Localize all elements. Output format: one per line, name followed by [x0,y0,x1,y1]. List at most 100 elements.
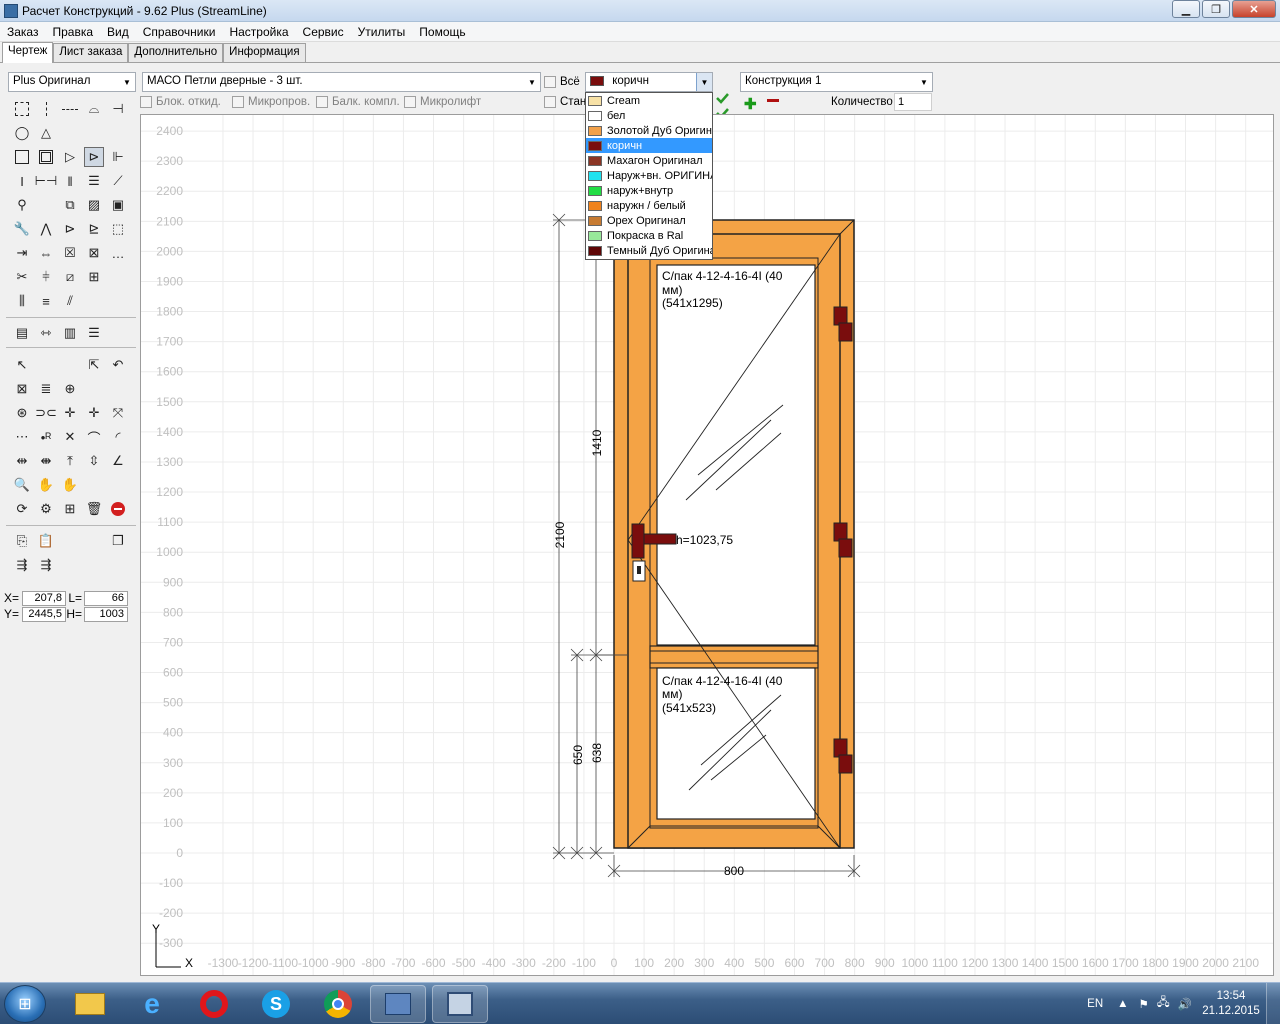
tray-expand-icon[interactable]: ▲ [1117,998,1128,1010]
insert-tool-icon[interactable]: ⊣ [108,99,128,119]
menu-settings[interactable]: Настройка [222,25,295,39]
pointer-icon[interactable]: ↖ [12,355,32,375]
origin-xy-icon[interactable]: ⊛ [12,403,32,423]
color-option[interactable]: Покраска в Ral [586,228,712,243]
zoom-select-icon[interactable]: ⊕ [60,379,80,399]
checkbox-box[interactable] [544,96,556,108]
glass-icon[interactable]: ▨ [84,195,104,215]
color-option[interactable]: Золотой Дуб Оригин [586,123,712,138]
wrench-icon[interactable]: 🔧 [12,219,32,239]
sash-open-icon[interactable]: ⊳ [84,147,104,167]
dashed-frame-icon[interactable]: ⬚ [108,219,128,239]
menu-service[interactable]: Сервис [296,25,351,39]
trash-icon[interactable]: 🗑 [84,499,104,519]
color-option[interactable]: бел [586,108,712,123]
import-list-icon[interactable]: ⇶ [36,555,56,575]
profile-select[interactable]: Plus Оригинал ▼ [8,72,136,92]
dim-vertical-icon[interactable]: ⇳ [84,451,104,471]
split-box-icon[interactable]: ⊠ [84,243,104,263]
checkbox-box[interactable] [140,96,152,108]
diagonal-icon[interactable]: ⟋ [108,171,128,191]
turn-icon[interactable]: ⊳ [60,219,80,239]
construction-select[interactable]: Конструкция 1 ▼ [740,72,933,92]
checkbox-box[interactable] [316,96,328,108]
refresh-icon[interactable]: ⟳ [12,499,32,519]
remote-desktop-icon[interactable] [370,985,426,1023]
color-option[interactable]: Орех Оригинал [586,213,712,228]
stop-icon[interactable] [108,499,128,519]
circle-icon[interactable]: ◯ [12,123,32,143]
tilt-turn-icon[interactable]: ⊵ [84,219,104,239]
scale-icon[interactable]: ⤧ [108,403,128,423]
x-value[interactable]: 207,8 [22,590,66,606]
copy-frame-icon[interactable]: ⧉ [60,195,80,215]
cross-box-icon[interactable]: ☒ [60,243,80,263]
slash-box-icon[interactable]: ⧄ [60,267,80,287]
checkbox-box[interactable] [544,76,556,88]
color-option[interactable]: Темный Дуб Оригина [586,243,712,258]
vertical-bar-icon[interactable]: I [12,171,32,191]
option-balk[interactable]: Балк. компл. [316,96,400,108]
option-micro[interactable]: Микропров. [232,96,310,108]
tab-additional[interactable]: Дополнительно [128,43,224,62]
menu-utilities[interactable]: Утилиты [351,25,413,39]
dim-angle-icon[interactable]: ∠ [108,451,128,471]
join-icon[interactable]: ⫩ [36,267,56,287]
fit-icon[interactable]: ⊞ [60,499,80,519]
dim-inner-icon[interactable]: ⇼ [36,451,56,471]
chevron-down-icon[interactable]: ▼ [696,73,712,91]
checkbox-box[interactable] [404,96,416,108]
tab-drawing[interactable]: Чертеж [2,42,54,63]
vertical-impost-icon[interactable]: ‖ [60,171,80,191]
volume-icon[interactable]: 🔊 [1178,997,1192,1011]
ie-icon[interactable]: e [124,985,180,1023]
l-value[interactable]: 66 [84,590,128,606]
paste-icon[interactable]: 📋 [36,531,56,551]
points-icon[interactable]: ⋯ [12,427,32,447]
tab-information[interactable]: Информация [223,43,306,62]
more-icon[interactable]: … [108,243,128,263]
handle-tool-icon[interactable]: ⊩ [108,147,128,167]
action-center-icon[interactable]: ⚑ [1139,997,1149,1011]
rows-icon[interactable]: ☰ [84,323,104,343]
opera-icon[interactable] [186,985,242,1023]
clock[interactable]: 13:54 21.12.2015 [1200,989,1262,1019]
stack-icon[interactable]: ❐ [108,531,128,551]
option-microlift[interactable]: Микролифт [404,96,481,108]
export-list-icon[interactable]: ⇶ [12,555,32,575]
maximize-button[interactable]: ❐ [1202,0,1230,18]
rect-select-icon[interactable] [12,99,32,119]
menu-help[interactable]: Помощь [412,25,472,39]
radius-arc-icon[interactable]: ◜ [108,427,128,447]
explorer-icon[interactable] [62,985,118,1023]
network-icon[interactable]: 🖧 [1157,995,1170,1014]
double-arrow-box-icon[interactable]: ⇔ [36,243,56,263]
radius-point-icon[interactable]: •ᴿ [36,427,56,447]
frame-icon[interactable] [36,147,56,167]
color-option[interactable]: наружн / белый [586,198,712,213]
quantity-input[interactable]: 1 [894,93,932,111]
color-option[interactable]: Cream [586,93,712,108]
tab-order-sheet[interactable]: Лист заказа [53,43,129,62]
show-desktop-button[interactable] [1266,983,1280,1024]
copy-icon[interactable]: ⎘ [12,531,32,551]
menu-view[interactable]: Вид [100,25,136,39]
select-list-icon[interactable]: ≣ [36,379,56,399]
pick-icon[interactable]: ⇱ [84,355,104,375]
horizontal-impost-icon[interactable]: ☰ [84,171,104,191]
arc-points-icon[interactable]: ⌒ [84,427,104,447]
scissors-icon[interactable]: ✂ [12,267,32,287]
square-icon[interactable] [12,147,32,167]
diagonal-hatch-icon[interactable]: ⫽ [60,291,80,311]
close-button[interactable]: ✕ [1232,0,1276,18]
panel-icon[interactable]: ▣ [108,195,128,215]
hardware-select[interactable]: МАСО Петли дверные - 3 шт. ▼ [142,72,541,92]
color-option[interactable]: Наруж+вн. ОРИГИНА [586,168,712,183]
minimize-button[interactable]: ▁ [1172,0,1200,18]
color-option[interactable]: коричн [586,138,712,153]
checkbox-box[interactable] [232,96,244,108]
hand-icon[interactable]: ✋ [36,475,56,495]
key-icon[interactable]: ⚲ [12,195,32,215]
open-right-icon[interactable]: ▷ [60,147,80,167]
y-value[interactable]: 2445,5 [22,606,66,622]
